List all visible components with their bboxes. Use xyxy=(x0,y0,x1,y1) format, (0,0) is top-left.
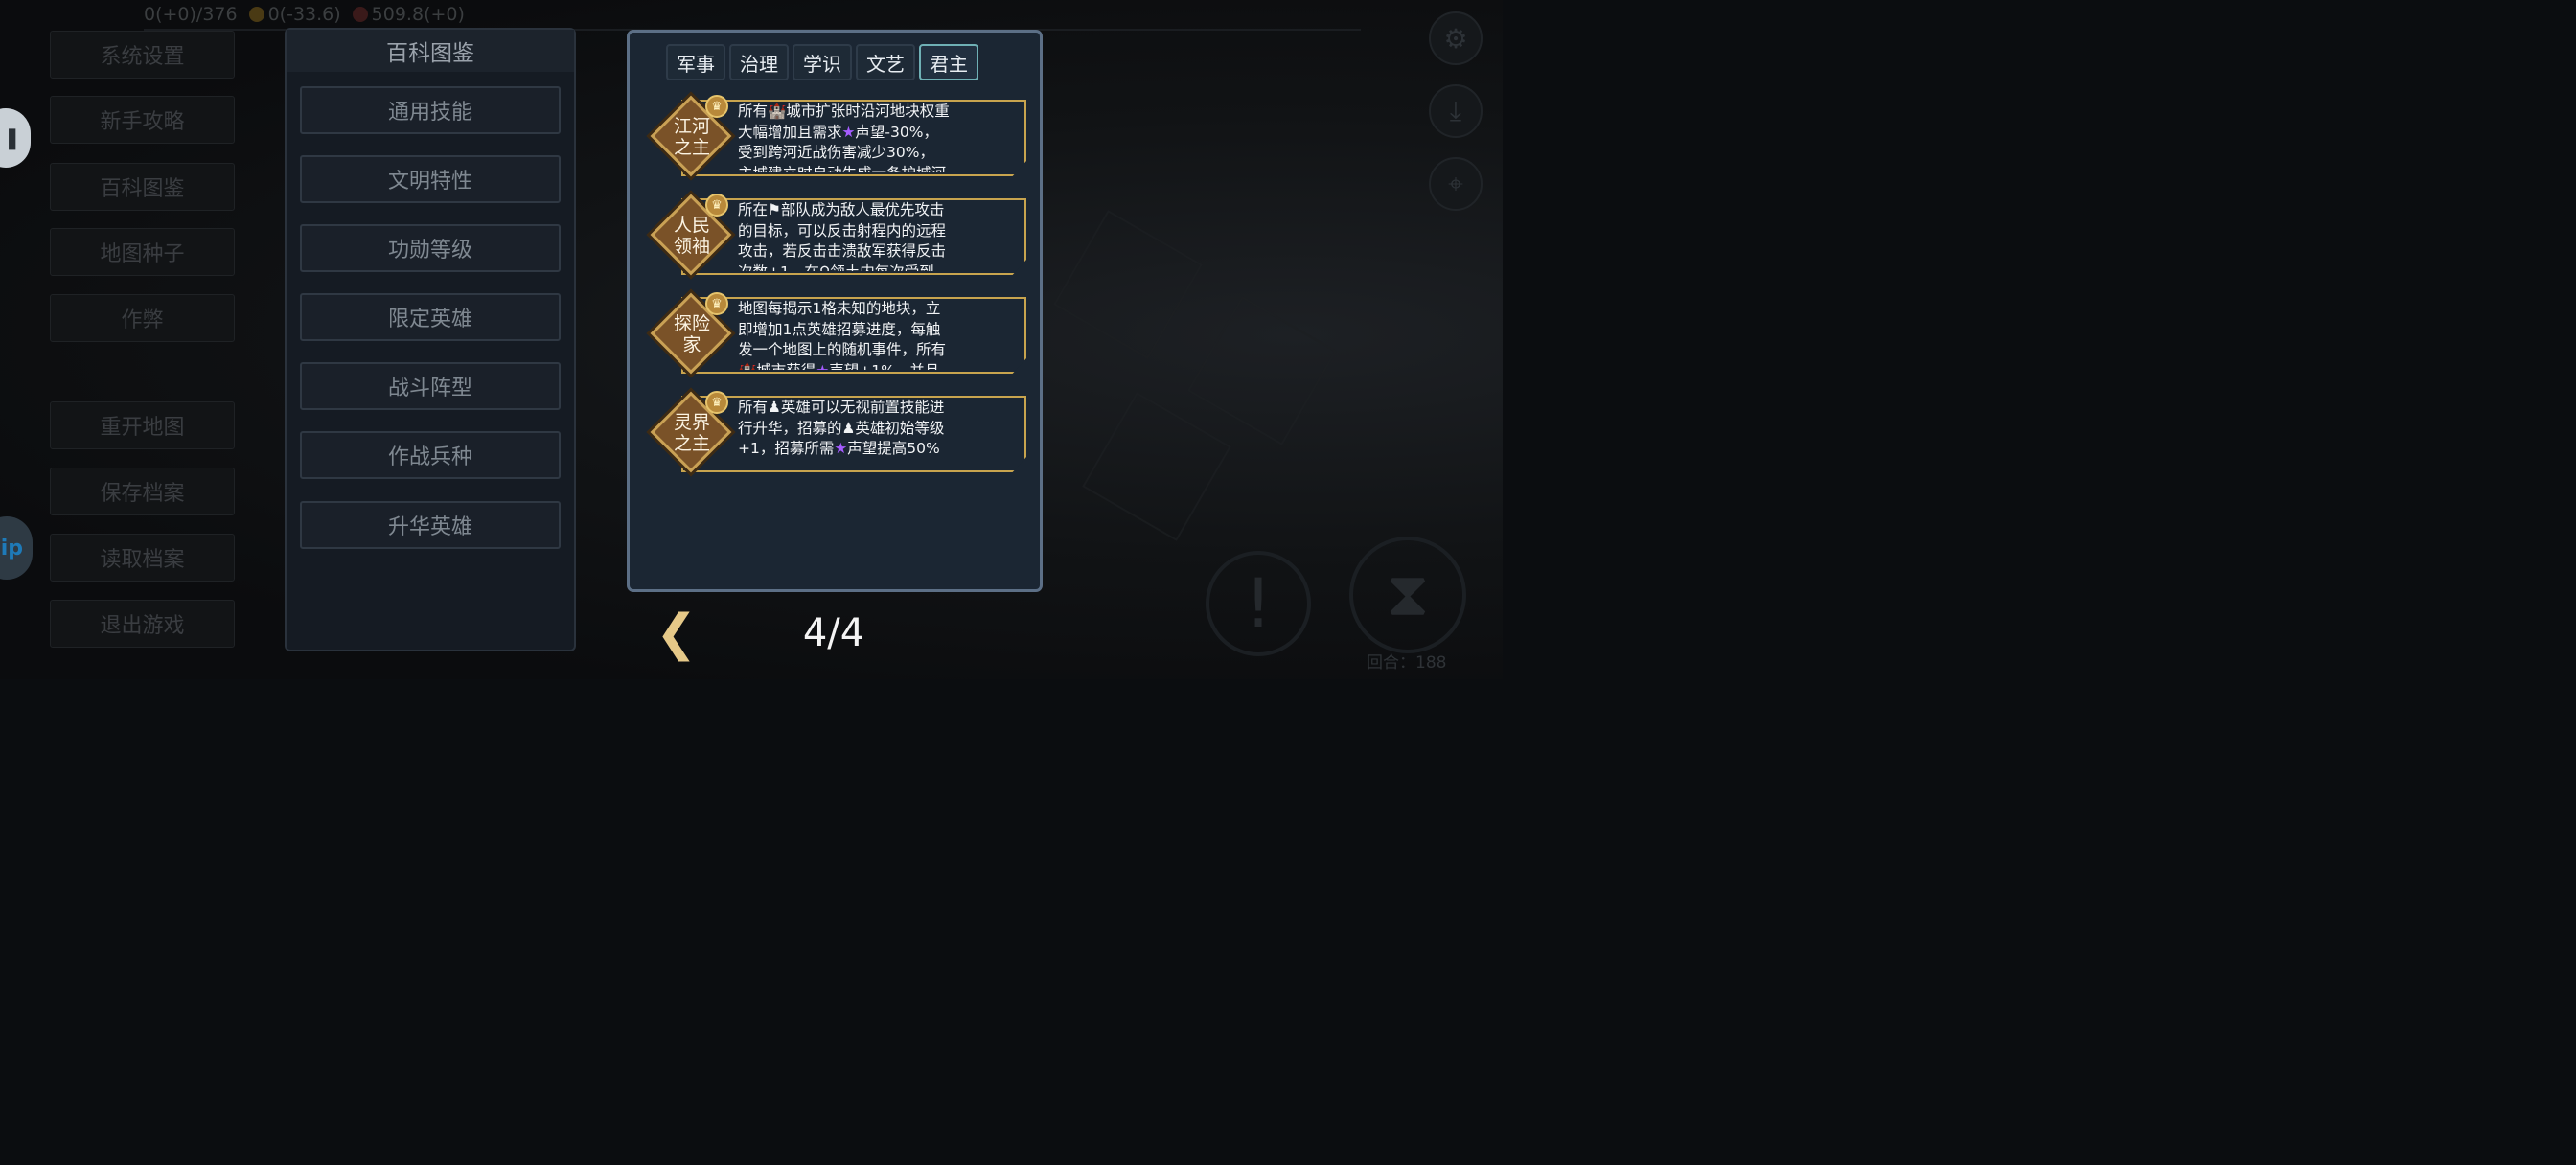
cheat-button[interactable]: 作弊 xyxy=(50,294,235,342)
ency-item-limited-heroes[interactable]: 限定英雄 xyxy=(300,293,561,341)
crown-icon: ♛ xyxy=(705,391,728,414)
load-game-button[interactable]: 读取档案 xyxy=(50,534,235,582)
alert-icon[interactable]: ! xyxy=(1206,551,1311,656)
trait-line: 大幅增加且需求★声望-30%， xyxy=(738,123,938,141)
turn-counter: 回合：188 xyxy=(1367,653,1447,673)
trait-line: 攻击，若反击击溃敌军获得反击 xyxy=(738,242,947,260)
ency-item-ascend-heroes[interactable]: 升华英雄 xyxy=(300,501,561,549)
trait-card: 灵界 之主 ♛ 所有♟英雄可以无视前置技能进 行升华，招募的♟英雄初始等级 +1，… xyxy=(650,391,1027,474)
tab-monarch[interactable]: 君主 xyxy=(919,44,978,80)
trait-line: 发一个地图上的随机事件，所有 xyxy=(738,341,947,358)
map-pin-icon[interactable]: ⌖ xyxy=(1429,157,1483,211)
trait-name-line: 探险 xyxy=(673,313,710,334)
trait-name-line: 人民 xyxy=(673,215,710,236)
prestige-icon xyxy=(352,7,368,22)
tab-military[interactable]: 军事 xyxy=(666,44,725,80)
crown-icon: ♛ xyxy=(705,194,728,217)
trait-category-tabs: 军事 治理 学识 文艺 君主 xyxy=(666,44,978,80)
exit-game-button[interactable]: 退出游戏 xyxy=(50,600,235,648)
download-icon[interactable]: ⤓ xyxy=(1429,84,1483,138)
tab-arts[interactable]: 文艺 xyxy=(856,44,915,80)
trait-line: 受到跨河近战伤害减少30%， xyxy=(738,144,934,161)
page-indicator: 4/4 xyxy=(802,611,865,655)
trait-emblem: 江河 之主 ♛ xyxy=(650,95,733,178)
trait-description: 所有♟英雄可以无视前置技能进 行升华，招募的♟英雄初始等级 +1，招募所需★声望… xyxy=(738,398,973,468)
trait-description: 地图每揭示1格未知的地块，立 即增加1点英雄招募进度，每触 发一个地图上的随机事… xyxy=(738,299,973,370)
trait-line: 行升华，招募的♟英雄初始等级 xyxy=(738,419,945,437)
map-seed-button[interactable]: 地图种子 xyxy=(50,228,235,276)
encyclopedia-title: 百科图鉴 xyxy=(287,30,574,72)
ency-item-battle-formations[interactable]: 战斗阵型 xyxy=(300,362,561,410)
beginner-guide-button[interactable]: 新手攻略 xyxy=(50,96,235,144)
resource-value: 509.8(+0) xyxy=(371,4,465,25)
encyclopedia-button[interactable]: 百科图鉴 xyxy=(50,163,235,211)
resource-bar: 0(+0)/376 0(-33.6) 509.8(+0) xyxy=(144,0,1361,31)
trait-card: 探险家 ♛ 地图每揭示1格未知的地块，立 即增加1点英雄招募进度，每触 发一个地… xyxy=(650,292,1027,376)
civ-traits-detail-panel: 军事 治理 学识 文艺 君主 江河 之主 ♛ 所有🏰城市扩张时沿河地块权重 大幅增… xyxy=(627,30,1043,592)
side-chip-label: ip xyxy=(0,536,23,560)
trait-line: 🏰城市获得★声望+1%，并且 xyxy=(738,361,973,371)
resource-population: 0(+0)/376 xyxy=(144,4,238,25)
trait-emblem: 探险家 ♛ xyxy=(650,292,733,376)
trait-line: +1，招募所需★声望提高50% xyxy=(738,440,940,457)
crown-icon: ♛ xyxy=(705,292,728,315)
hourglass-icon[interactable]: ⧗ xyxy=(1349,537,1466,653)
trait-description: 所在⚑部队成为敌人最优先攻击 的目标，可以反击射程内的远程 攻击，若反击击溃敌军… xyxy=(738,200,973,271)
resource-value: 0(-33.6) xyxy=(267,4,341,25)
trait-description: 所有🏰城市扩张时沿河地块权重 大幅增加且需求★声望-30%， 受到跨河近战伤害减… xyxy=(738,102,973,172)
trait-name-line: 之主 xyxy=(673,137,710,158)
trait-name-line: 江河 xyxy=(673,116,710,137)
prestige-star-icon: ★ xyxy=(841,123,856,141)
trait-name-line: 之主 xyxy=(673,433,710,454)
ency-item-general-skills[interactable]: 通用技能 xyxy=(300,86,561,134)
gear-icon[interactable]: ⚙ xyxy=(1429,11,1483,65)
trait-name-line: 灵界 xyxy=(673,412,710,433)
ency-item-merit-levels[interactable]: 功勋等级 xyxy=(300,224,561,272)
trait-line: 所有♟英雄可以无视前置技能进 xyxy=(738,399,945,416)
trait-line: 的目标，可以反击射程内的远程 xyxy=(738,221,947,240)
ency-item-civ-traits[interactable]: 文明特性 xyxy=(300,155,561,203)
save-game-button[interactable]: 保存档案 xyxy=(50,468,235,515)
resource-prestige: 509.8(+0) xyxy=(352,4,465,25)
resource-gold: 0(-33.6) xyxy=(248,4,341,25)
trait-line: 所在⚑部队成为敌人最优先攻击 xyxy=(738,201,945,218)
trait-card: 江河 之主 ♛ 所有🏰城市扩张时沿河地块权重 大幅增加且需求★声望-30%， 受到… xyxy=(650,95,1027,178)
chevron-left-icon[interactable]: ❮ xyxy=(656,607,698,659)
gold-coin-icon xyxy=(248,7,264,22)
trait-line: 次数+1，在♀领土内每次受到 xyxy=(738,263,973,272)
trait-line: 主城建立时自动生成一条护城河 xyxy=(738,164,973,173)
tab-governance[interactable]: 治理 xyxy=(729,44,789,80)
prestige-star-icon: ★ xyxy=(834,440,848,457)
trait-name-line: 家 xyxy=(682,334,702,355)
trait-emblem: 人民 领袖 ♛ xyxy=(650,194,733,277)
prestige-star-icon: ★ xyxy=(816,362,829,371)
ency-item-unit-types[interactable]: 作战兵种 xyxy=(300,431,561,479)
trait-card: 人民 领袖 ♛ 所在⚑部队成为敌人最优先攻击 的目标，可以反击射程内的远程 攻击，… xyxy=(650,194,1027,277)
trait-emblem: 灵界 之主 ♛ xyxy=(650,391,733,474)
trait-line: 地图每揭示1格未知的地块，立 xyxy=(738,300,941,317)
tab-scholarship[interactable]: 学识 xyxy=(793,44,852,80)
restart-map-button[interactable]: 重开地图 xyxy=(50,401,235,449)
trait-line: 所有🏰城市扩张时沿河地块权重 xyxy=(738,103,950,120)
system-settings-button[interactable]: 系统设置 xyxy=(50,31,235,79)
crown-icon: ♛ xyxy=(705,95,728,118)
resource-value: 0(+0)/376 xyxy=(144,4,238,25)
encyclopedia-panel: 百科图鉴 通用技能 文明特性 功勋等级 限定英雄 战斗阵型 作战兵种 升华英雄 xyxy=(285,28,576,651)
trait-name-line: 领袖 xyxy=(673,236,710,257)
trait-line: 即增加1点英雄招募进度，每触 xyxy=(738,320,941,338)
